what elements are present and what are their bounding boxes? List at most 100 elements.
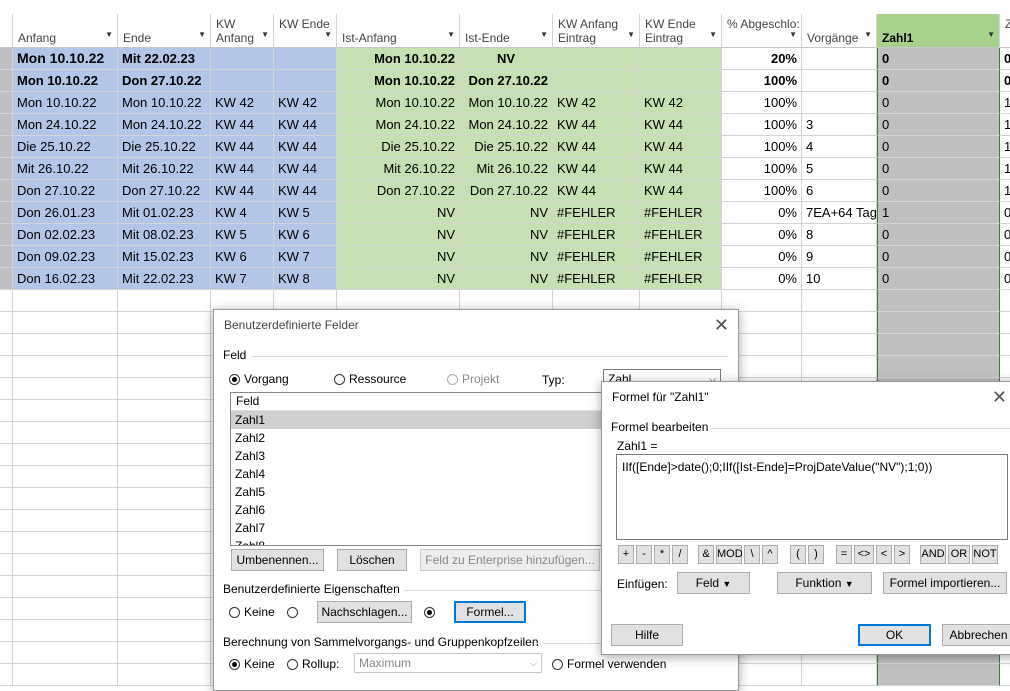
ok-button[interactable]: OK (858, 624, 931, 646)
cell-ende[interactable]: Don 27.10.22 (118, 70, 211, 92)
cell-ende[interactable] (118, 532, 211, 554)
cell-istE[interactable]: NV (460, 268, 553, 290)
cell-ende[interactable] (118, 290, 211, 312)
cell-ind[interactable] (0, 334, 13, 356)
cell-ind[interactable] (0, 202, 13, 224)
cell-anfang[interactable] (13, 334, 118, 356)
cell-ende[interactable] (118, 312, 211, 334)
column-header-istE[interactable]: Ist-Ende ▼ (460, 14, 553, 48)
cell-pct[interactable]: 0% (722, 246, 802, 268)
cell-kwE[interactable]: KW 8 (274, 268, 337, 290)
cell-ende[interactable] (118, 642, 211, 664)
cell-ind[interactable] (0, 642, 13, 664)
cell-vorg[interactable]: 8 (802, 224, 877, 246)
cell-vorg[interactable] (802, 312, 877, 334)
column-header-kwA[interactable]: KW Anfang ▼ (211, 14, 274, 48)
cell-ind[interactable] (0, 246, 13, 268)
cell-pct[interactable]: 0% (722, 268, 802, 290)
cell-kwEE[interactable]: KW 44 (640, 180, 722, 202)
cell-vorg[interactable] (802, 48, 877, 70)
cell-z[interactable] (1000, 312, 1010, 334)
cell-kwAE[interactable]: KW 44 (553, 158, 640, 180)
cell-pct[interactable]: 100% (722, 136, 802, 158)
cell-z[interactable]: 1 (1000, 180, 1010, 202)
help-button[interactable]: Hilfe (611, 624, 683, 646)
cell-istE[interactable]: Mit 26.10.22 (460, 158, 553, 180)
radio-vorgang[interactable]: Vorgang (229, 372, 289, 386)
cell-kwE[interactable]: KW 44 (274, 158, 337, 180)
cell-ende[interactable]: Mon 24.10.22 (118, 114, 211, 136)
cell-kwE[interactable]: KW 44 (274, 136, 337, 158)
cell-ende[interactable] (118, 664, 211, 686)
delete-button[interactable]: Löschen (337, 549, 407, 571)
cell-z[interactable]: 0 (1000, 268, 1010, 290)
cell-kwE[interactable]: KW 5 (274, 202, 337, 224)
cell-vorg[interactable] (802, 290, 877, 312)
cell-pct[interactable]: 100% (722, 114, 802, 136)
operator-button[interactable]: ) (808, 545, 824, 564)
cell-ende[interactable]: Die 25.10.22 (118, 136, 211, 158)
cell-kwAE[interactable]: #FEHLER (553, 268, 640, 290)
cell-zahl1[interactable]: 0 (877, 70, 1000, 92)
cell-kwA[interactable]: KW 4 (211, 202, 274, 224)
cell-kwA[interactable]: KW 7 (211, 268, 274, 290)
close-icon[interactable]: ✕ (714, 314, 729, 336)
cell-anfang[interactable] (13, 422, 118, 444)
column-header-vorg[interactable]: Vorgänge ▼ (802, 14, 877, 48)
cell-zahl1[interactable]: 0 (877, 180, 1000, 202)
column-header-pct[interactable]: % Abgeschlo: ▼ (722, 14, 802, 48)
cell-istA[interactable]: Mon 24.10.22 (337, 114, 460, 136)
column-header-ende[interactable]: Ende ▼ (118, 14, 211, 48)
cell-kwAE[interactable]: KW 44 (553, 114, 640, 136)
cell-anfang[interactable] (13, 356, 118, 378)
operator-button[interactable]: MOD (716, 545, 743, 564)
cell-ind[interactable] (0, 312, 13, 334)
cell-ind[interactable] (0, 290, 13, 312)
cell-istA[interactable]: Die 25.10.22 (337, 136, 460, 158)
cell-ende[interactable]: Mit 08.02.23 (118, 224, 211, 246)
cell-istA[interactable]: Mon 10.10.22 (337, 92, 460, 114)
cell-ind[interactable] (0, 620, 13, 642)
cell-anfang[interactable] (13, 312, 118, 334)
cell-kwE[interactable]: KW 44 (274, 180, 337, 202)
cell-zahl1[interactable]: 0 (877, 158, 1000, 180)
filter-dropdown-icon[interactable]: ▼ (864, 28, 872, 42)
filter-dropdown-icon[interactable]: ▼ (324, 28, 332, 42)
cell-ende[interactable] (118, 488, 211, 510)
cell-kwAE[interactable]: KW 44 (553, 136, 640, 158)
cell-kwA[interactable]: KW 5 (211, 224, 274, 246)
cell-kwEE[interactable]: #FEHLER (640, 246, 722, 268)
cell-zahl1[interactable] (877, 664, 1000, 686)
cell-kwEE[interactable] (640, 48, 722, 70)
cell-anfang[interactable]: Don 02.02.23 (13, 224, 118, 246)
operator-button[interactable]: / (672, 545, 688, 564)
cell-ende[interactable]: Mit 01.02.23 (118, 202, 211, 224)
cell-vorg[interactable]: 3 (802, 114, 877, 136)
cell-ind[interactable] (0, 576, 13, 598)
operator-button[interactable]: * (654, 545, 670, 564)
cell-istE[interactable]: NV (460, 48, 553, 70)
cell-vorg[interactable]: 5 (802, 158, 877, 180)
cell-kwEE[interactable]: #FEHLER (640, 202, 722, 224)
cell-ende[interactable]: Mit 22.02.23 (118, 268, 211, 290)
cell-anfang[interactable] (13, 598, 118, 620)
cell-zahl1[interactable] (877, 334, 1000, 356)
operator-button[interactable]: ( (790, 545, 806, 564)
cell-kwEE[interactable]: KW 42 (640, 92, 722, 114)
cell-vorg[interactable] (802, 70, 877, 92)
cell-ind[interactable] (0, 444, 13, 466)
cell-kwA[interactable] (211, 70, 274, 92)
cell-ende[interactable] (118, 576, 211, 598)
cell-kwAE[interactable] (553, 48, 640, 70)
cell-ind[interactable] (0, 224, 13, 246)
cell-ende[interactable] (118, 466, 211, 488)
operator-button[interactable]: AND (920, 545, 946, 564)
cell-anfang[interactable] (13, 378, 118, 400)
cell-vorg[interactable]: 6 (802, 180, 877, 202)
cell-ind[interactable] (0, 400, 13, 422)
cell-z[interactable]: 0 (1000, 48, 1010, 70)
cell-kwA[interactable]: KW 44 (211, 114, 274, 136)
cell-z[interactable]: 0 (1000, 202, 1010, 224)
cell-istA[interactable]: Mon 10.10.22 (337, 70, 460, 92)
cell-ende[interactable] (118, 620, 211, 642)
